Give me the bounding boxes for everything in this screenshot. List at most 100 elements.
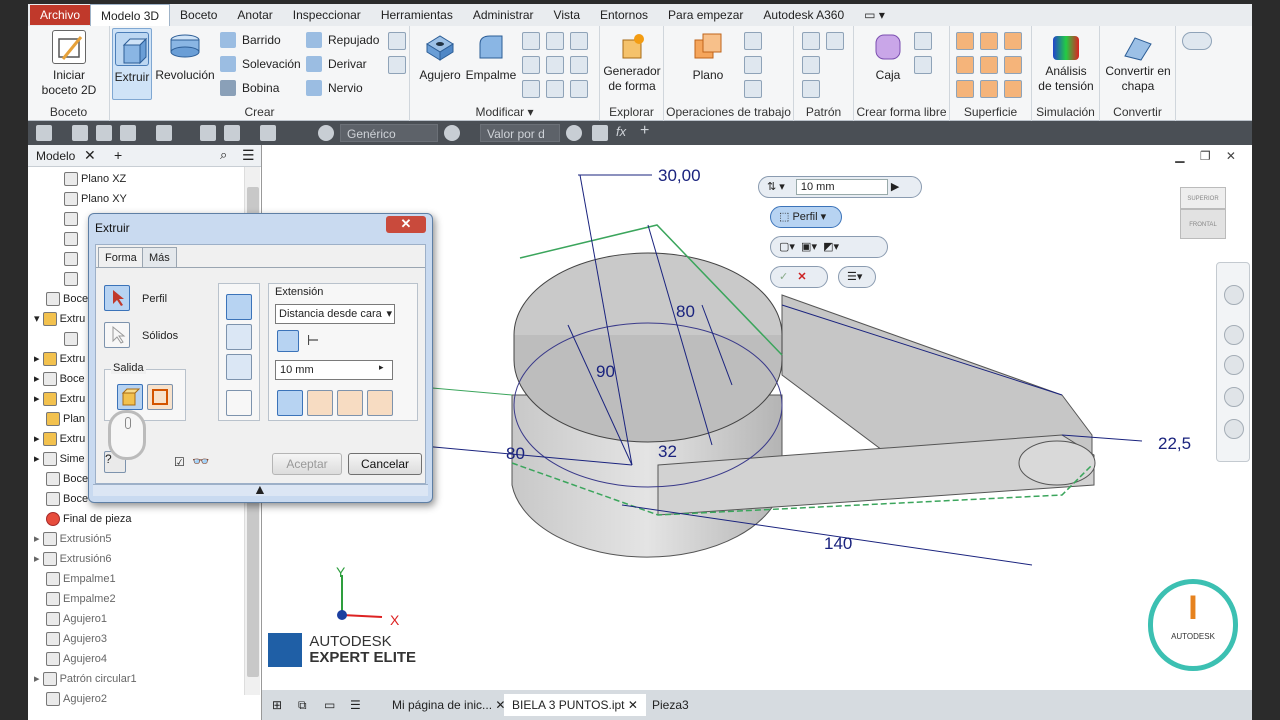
material-select[interactable]: Genérico bbox=[340, 124, 438, 142]
sketch-pattern-icon[interactable] bbox=[802, 80, 820, 98]
solid-output-button[interactable] bbox=[117, 384, 143, 410]
circular-pattern-icon[interactable] bbox=[802, 56, 820, 74]
tree-item-boceto-4[interactable]: Boce bbox=[46, 489, 88, 509]
tab-para-empezar[interactable]: Para empezar bbox=[658, 4, 753, 26]
shell-icon[interactable] bbox=[546, 32, 564, 50]
cancel-x-icon[interactable]: ✕ bbox=[797, 271, 806, 283]
close-icon[interactable]: ✕ bbox=[84, 147, 96, 164]
tree-item-partial-2[interactable] bbox=[64, 229, 81, 249]
dialog-expander[interactable]: ▲ bbox=[93, 481, 428, 497]
ribbon-dropdown-icon[interactable] bbox=[1182, 32, 1212, 50]
home-icon[interactable] bbox=[200, 125, 216, 141]
parameters-button[interactable]: fx bbox=[616, 124, 626, 139]
surface-output-button[interactable] bbox=[147, 384, 173, 410]
play-icon[interactable]: ▶ bbox=[891, 181, 899, 193]
tree-item-partial-4[interactable] bbox=[64, 269, 81, 289]
arrange-icon[interactable]: ▭ bbox=[316, 694, 343, 716]
ucs-icon[interactable] bbox=[744, 80, 762, 98]
rectangular-pattern-icon[interactable] bbox=[802, 32, 820, 50]
tree-item-partial-1[interactable] bbox=[64, 209, 81, 229]
dialog-close-button[interactable]: ✕ bbox=[386, 216, 426, 233]
distance-arrow-icon[interactable]: ▸ bbox=[379, 362, 384, 373]
tree-item-boceto[interactable]: Boce bbox=[46, 289, 88, 309]
tree-item-extrusion-3[interactable]: ▸ Extru bbox=[34, 389, 85, 409]
surface-icon-8[interactable] bbox=[980, 80, 998, 98]
tile-windows-icon[interactable]: ⊞ bbox=[264, 694, 290, 716]
tree-item-empalme2[interactable]: Empalme2 bbox=[46, 589, 116, 609]
asymmetric-button[interactable] bbox=[367, 390, 393, 416]
solids-select-button[interactable] bbox=[104, 322, 130, 348]
clear-appearance-icon[interactable] bbox=[566, 125, 582, 141]
tree-item-extrusion5[interactable]: ▸ Extrusión5 bbox=[34, 529, 112, 549]
tree-item-simetria[interactable]: ▸ Sime bbox=[34, 449, 85, 469]
dimension-140[interactable]: 140 bbox=[824, 534, 852, 553]
accept-button[interactable]: Aceptar bbox=[272, 453, 342, 475]
direction-options-icon[interactable]: ◩▾ bbox=[823, 241, 839, 253]
appearance-icon[interactable] bbox=[444, 125, 460, 141]
open-icon[interactable] bbox=[72, 125, 88, 141]
dimension-80-top[interactable]: 80 bbox=[676, 302, 695, 321]
select-face-button[interactable] bbox=[277, 330, 299, 352]
tab-boceto[interactable]: Boceto bbox=[170, 4, 227, 26]
tab-vista[interactable]: Vista bbox=[544, 4, 590, 26]
mini-profile-button[interactable]: ⬚ Perfil ▾ bbox=[770, 206, 842, 228]
distance-input[interactable]: 10 mm bbox=[275, 360, 393, 380]
tab-herramientas[interactable]: Herramientas bbox=[371, 4, 463, 26]
browser-tab-modelo[interactable]: Modelo bbox=[36, 149, 75, 163]
operation-icon[interactable]: ▣▾ bbox=[801, 241, 817, 253]
stress-analysis-button[interactable]: Análisis de tensión bbox=[1032, 30, 1100, 94]
direction-1-button[interactable] bbox=[277, 390, 303, 416]
doc-list-icon[interactable]: ☰ bbox=[342, 694, 369, 716]
plane-button[interactable]: Plano bbox=[686, 30, 730, 83]
cascade-icon[interactable]: ⧉ bbox=[290, 694, 315, 716]
tree-item-extrusion-2[interactable]: ▸ Extru bbox=[34, 349, 85, 369]
tab-mas[interactable]: Más bbox=[142, 247, 177, 267]
surface-icon-4[interactable] bbox=[956, 56, 974, 74]
cancel-button[interactable]: Cancelar bbox=[348, 453, 422, 475]
symmetric-button[interactable] bbox=[337, 390, 363, 416]
dimension-30[interactable]: 30,00 bbox=[658, 166, 701, 185]
tab-modelo-3d[interactable]: Modelo 3D bbox=[90, 4, 171, 26]
tree-item-plano-xy[interactable]: Plano XY bbox=[64, 189, 127, 209]
chamfer-icon[interactable] bbox=[522, 32, 540, 50]
tab-administrar[interactable]: Administrar bbox=[463, 4, 544, 26]
pan-icon[interactable] bbox=[1224, 325, 1244, 345]
create-extra-icon-2[interactable] bbox=[388, 56, 406, 74]
mini-menu-button[interactable]: ☰▾ bbox=[838, 266, 876, 288]
surface-icon-6[interactable] bbox=[1004, 56, 1022, 74]
rib-button[interactable]: Nervio bbox=[306, 78, 363, 98]
orbit-icon[interactable] bbox=[1224, 387, 1244, 407]
tab-biela[interactable]: BIELA 3 PUNTOS.ipt ✕ bbox=[504, 694, 646, 716]
thread-icon[interactable] bbox=[546, 56, 564, 74]
steering-wheel-icon[interactable] bbox=[1224, 285, 1244, 305]
tree-item-empalme1[interactable]: Empalme1 bbox=[46, 569, 116, 589]
profile-select-button[interactable] bbox=[104, 285, 130, 311]
split-icon[interactable] bbox=[570, 32, 588, 50]
tab-anotar[interactable]: Anotar bbox=[227, 4, 282, 26]
tab-forma[interactable]: Forma bbox=[98, 247, 144, 267]
search-icon[interactable]: ⌕ bbox=[220, 147, 227, 163]
tree-item-agujero4[interactable]: Agujero4 bbox=[46, 649, 107, 669]
revolve-button[interactable]: Revolución bbox=[154, 30, 216, 83]
new-icon[interactable] bbox=[36, 125, 52, 141]
tab-mi-pagina[interactable]: Mi página de inic... ✕ bbox=[384, 694, 513, 716]
surface-icon-3[interactable] bbox=[1004, 32, 1022, 50]
modify-panel-title[interactable]: Modificar ▾ bbox=[410, 105, 599, 119]
surface-icon-9[interactable] bbox=[1004, 80, 1022, 98]
dimension-32[interactable]: 32 bbox=[658, 442, 677, 461]
delete-face-icon[interactable] bbox=[546, 80, 564, 98]
file-menu-button[interactable]: Archivo bbox=[30, 5, 91, 25]
surface-icon-2[interactable] bbox=[980, 32, 998, 50]
distance-mini-toolbar[interactable]: ⇅ ▾ 10 mm ▶ bbox=[758, 176, 922, 198]
viewcube[interactable]: SUPERIOR FRONTAL bbox=[1180, 187, 1226, 243]
cut-button[interactable] bbox=[226, 324, 252, 350]
tree-item-agujero3[interactable]: Agujero3 bbox=[46, 629, 107, 649]
convert-sheetmetal-button[interactable]: Convertir en chapa bbox=[1100, 30, 1176, 94]
save-icon[interactable] bbox=[96, 125, 112, 141]
dimension-80-left[interactable]: 80 bbox=[506, 444, 525, 463]
extent-select[interactable]: Distancia desde cara ▾ bbox=[275, 304, 395, 324]
tab-pieza3[interactable]: Pieza3 bbox=[644, 694, 697, 716]
distance-measure-icon[interactable]: ⊢ bbox=[307, 332, 319, 349]
direct-edit-icon[interactable] bbox=[570, 80, 588, 98]
adjust-icon[interactable] bbox=[592, 125, 608, 141]
